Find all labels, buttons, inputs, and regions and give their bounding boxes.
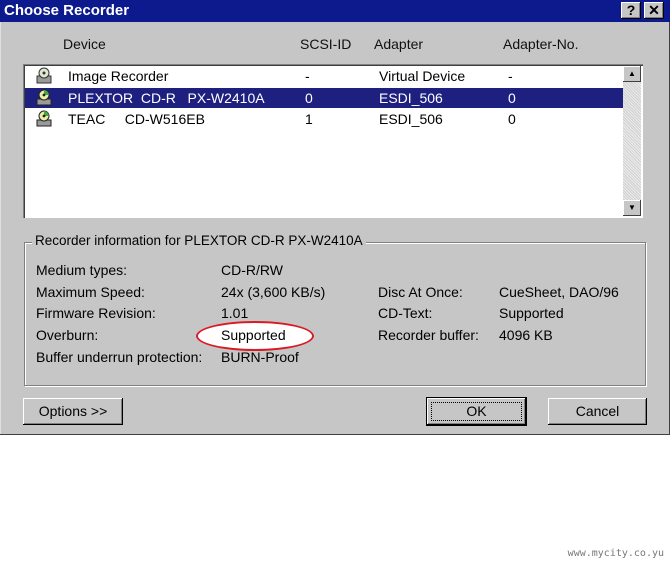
cd-text-value: Supported — [499, 305, 564, 321]
title-bar: Choose Recorder ? ✕ — [0, 0, 670, 22]
device-name: Image Recorder — [68, 68, 169, 84]
options-button[interactable]: Options >> — [23, 398, 123, 425]
max-speed-value: 24x (3,600 KB/s) — [221, 284, 326, 300]
device-scsi-id: - — [305, 68, 310, 84]
recorder-list[interactable]: Image Recorder - Virtual Device - PLEXTO… — [23, 64, 643, 218]
disc-at-once-label: Disc At Once: — [378, 284, 463, 300]
help-button[interactable]: ? — [621, 2, 641, 19]
options-button-label: Options >> — [38, 403, 108, 419]
cancel-button[interactable]: Cancel — [548, 398, 647, 425]
choose-recorder-dialog: Choose Recorder ? ✕ Device SCSI-ID Adapt… — [0, 0, 670, 435]
firmware-value: 1.01 — [221, 305, 249, 321]
device-scsi-id: 0 — [305, 90, 313, 106]
image-recorder-icon — [36, 67, 52, 84]
cd-text-label: CD-Text: — [378, 305, 433, 321]
recorder-info-title: Recorder information for PLEXTOR CD-R PX… — [32, 233, 366, 248]
scroll-up-icon[interactable]: ▲ — [623, 66, 641, 82]
device-scsi-id: 1 — [305, 111, 313, 127]
device-name: PLEXTOR CD-R PX-W2410A — [68, 90, 265, 106]
disc-at-once-value: CueSheet, DAO/96 — [499, 284, 619, 300]
device-adapter-no: 0 — [508, 111, 516, 127]
cd-drive-icon — [36, 110, 52, 127]
close-button[interactable]: ✕ — [644, 2, 664, 19]
device-name: TEAC CD-W516EB — [68, 111, 205, 127]
vertical-scrollbar[interactable]: ▲ ▼ — [623, 66, 641, 216]
window-title: Choose Recorder — [4, 2, 130, 19]
medium-types-value: CD-R/RW — [221, 262, 283, 278]
device-adapter: ESDI_506 — [379, 90, 443, 106]
recorder-buffer-value: 4096 KB — [499, 327, 553, 343]
column-header-device[interactable]: Device — [63, 36, 106, 52]
underrun-protection-value: BURN-Proof — [221, 349, 299, 365]
cancel-button-label: Cancel — [575, 403, 620, 419]
max-speed-label: Maximum Speed: — [36, 284, 145, 300]
list-item[interactable]: PLEXTOR CD-R PX-W2410A 0 ESDI_506 0 — [25, 88, 624, 108]
recorder-buffer-label: Recorder buffer: — [378, 327, 479, 343]
device-adapter: ESDI_506 — [379, 111, 443, 127]
underrun-protection-label: Buffer underrun protection: — [36, 349, 203, 365]
overburn-value: Supported — [221, 327, 286, 343]
column-header-adapter[interactable]: Adapter — [374, 36, 423, 52]
column-header-scsi-id[interactable]: SCSI-ID — [300, 36, 351, 52]
ok-button[interactable]: OK — [427, 398, 526, 425]
list-item[interactable]: TEAC CD-W516EB 1 ESDI_506 0 — [25, 109, 624, 129]
device-adapter: Virtual Device — [379, 68, 466, 84]
column-header-adapter-no[interactable]: Adapter-No. — [503, 36, 578, 52]
watermark-text: www.mycity.co.yu — [567, 548, 664, 559]
device-adapter-no: 0 — [508, 90, 516, 106]
device-adapter-no: - — [508, 68, 513, 84]
firmware-label: Firmware Revision: — [36, 305, 156, 321]
overburn-label: Overburn: — [36, 327, 99, 343]
focus-rectangle — [431, 402, 522, 421]
list-item[interactable]: Image Recorder - Virtual Device - — [25, 66, 624, 86]
scroll-down-icon[interactable]: ▼ — [623, 200, 641, 216]
cd-drive-icon — [36, 89, 52, 106]
medium-types-label: Medium types: — [36, 262, 128, 278]
